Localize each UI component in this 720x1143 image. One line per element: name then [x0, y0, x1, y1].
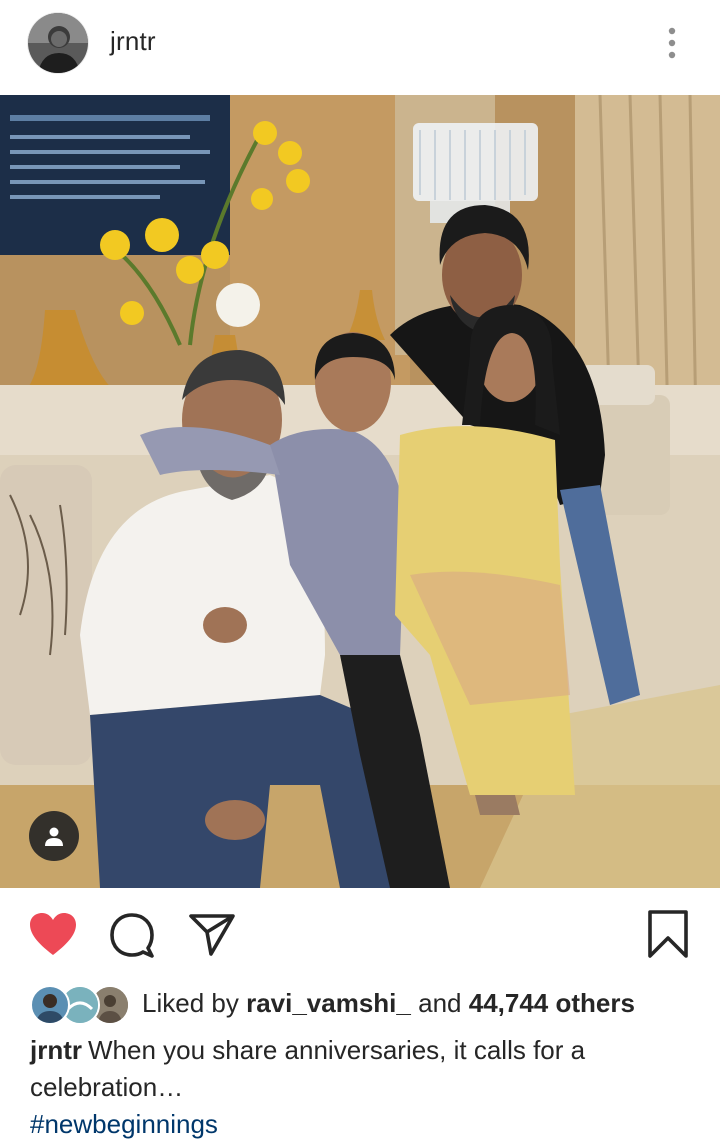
- post-caption: jrntr When you share anniversaries, it ca…: [30, 1032, 690, 1106]
- tag-people-button[interactable]: [29, 811, 79, 861]
- avatar-photo: [28, 13, 88, 73]
- bookmark-icon: [648, 910, 688, 958]
- person-tag-icon: [45, 827, 63, 846]
- liker-avatars: [30, 983, 130, 1025]
- profile-avatar[interactable]: [28, 13, 88, 73]
- save-button[interactable]: [640, 904, 696, 964]
- caption-username[interactable]: jrntr: [30, 1035, 82, 1065]
- likes-prefix: Liked by: [142, 987, 239, 1018]
- likes-summary[interactable]: Liked by ravi_vamshi_ and 44,744 others: [30, 982, 710, 1025]
- liker-avatar: [30, 985, 70, 1025]
- post-photo[interactable]: [0, 95, 720, 888]
- send-icon: [189, 914, 235, 956]
- share-button[interactable]: [184, 906, 240, 962]
- comment-button[interactable]: [104, 908, 160, 962]
- post-image: [0, 95, 720, 888]
- likes-text: Liked by ravi_vamshi_ and 44,744 others: [142, 988, 635, 1019]
- comment-icon: [110, 913, 154, 958]
- caption-text: When you share anniversaries, it calls f…: [30, 1035, 586, 1102]
- more-vertical-icon: [668, 27, 676, 59]
- caption-hashtag[interactable]: #newbeginnings: [30, 1106, 218, 1143]
- likes-connector: and: [418, 987, 462, 1018]
- heart-filled-icon: [30, 913, 76, 955]
- top-liker-username[interactable]: ravi_vamshi_: [246, 988, 411, 1018]
- post-actions-bar: [0, 892, 720, 978]
- post-header: jrntr: [0, 0, 720, 92]
- more-options-button[interactable]: [652, 20, 692, 66]
- post-username[interactable]: jrntr: [110, 26, 156, 57]
- likes-others-count[interactable]: 44,744 others: [469, 988, 635, 1018]
- like-button[interactable]: [24, 906, 82, 962]
